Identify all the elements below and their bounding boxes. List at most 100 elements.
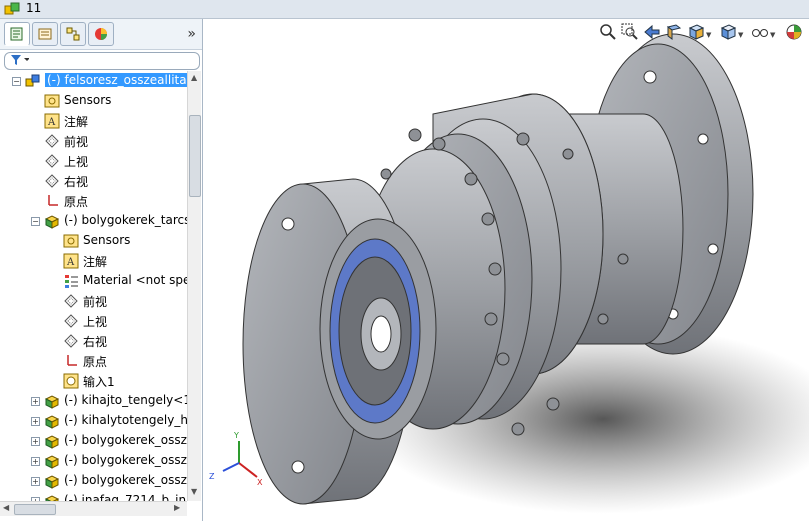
tree-item-label: 右视 bbox=[64, 175, 89, 189]
zoom-to-area-icon[interactable] bbox=[621, 23, 639, 41]
part-icon bbox=[44, 395, 60, 409]
expand-icon[interactable]: + bbox=[31, 477, 40, 486]
tree-item-label: (-) bolygokerek_osszeallitas bbox=[64, 473, 188, 487]
scroll-down-icon[interactable]: ▼ bbox=[191, 487, 197, 496]
view-orientation-icon[interactable] bbox=[687, 23, 705, 41]
expand-panel-icon[interactable]: » bbox=[187, 26, 196, 42]
collapse-icon[interactable]: − bbox=[12, 77, 21, 86]
featuremanager-icon bbox=[10, 27, 23, 41]
configurationmanager-tab[interactable] bbox=[60, 22, 86, 46]
propertymanager-tab[interactable] bbox=[32, 22, 58, 46]
chevron-down-icon[interactable]: ▼ bbox=[706, 31, 711, 39]
tree-item[interactable]: 输入1 bbox=[0, 371, 186, 391]
tree-vertical-scrollbar[interactable]: ▲ ▼ bbox=[187, 71, 201, 501]
featuremanager-tab[interactable] bbox=[4, 22, 30, 46]
tree-item[interactable]: 上视 bbox=[0, 151, 186, 171]
tree-item-label: 原点 bbox=[83, 355, 108, 369]
tree-item[interactable]: − (-) felsoresz_osszeallitas bbox=[0, 71, 188, 91]
plane-icon bbox=[64, 334, 78, 348]
tree-item-label: (-) kihalytotengely_hatso bbox=[64, 413, 188, 427]
tree-item[interactable]: 右视 bbox=[0, 331, 186, 351]
tree-item[interactable]: Sensors bbox=[0, 91, 186, 111]
tree-item[interactable]: + (-) bolygokerek_osszeallitas bbox=[0, 471, 188, 491]
window-title: 11 bbox=[26, 1, 42, 15]
part-icon bbox=[44, 215, 60, 229]
tree-item[interactable]: 右视 bbox=[0, 171, 186, 191]
tree-item[interactable]: Material <not specified> bbox=[0, 271, 188, 291]
tree-item-label: (-) bolygokerek_osszeallitas bbox=[64, 453, 188, 467]
graphics-viewport[interactable]: Y X Z ▼ ▼ ▼ bbox=[203, 19, 809, 521]
origin-icon bbox=[48, 195, 58, 206]
tree-item[interactable]: A 注解 bbox=[0, 111, 186, 131]
tree-item[interactable]: 原点 bbox=[0, 191, 186, 211]
tree-filter[interactable] bbox=[4, 52, 200, 70]
assembly-icon bbox=[25, 74, 40, 87]
sensors-icon bbox=[44, 94, 60, 108]
plane-icon bbox=[45, 174, 59, 188]
tree-item[interactable]: A 注解 bbox=[0, 251, 186, 271]
tree-item[interactable]: +(-) inafag_7214_b_in bbox=[0, 491, 186, 501]
zoom-to-fit-icon[interactable] bbox=[599, 23, 617, 41]
tree-item-label: 注解 bbox=[64, 115, 89, 129]
plane-icon bbox=[45, 134, 59, 148]
part-icon bbox=[44, 455, 60, 469]
tree-item[interactable]: 前视 bbox=[0, 291, 186, 311]
tree-item[interactable]: Sensors bbox=[0, 231, 186, 251]
tree-item[interactable]: 前视 bbox=[0, 131, 186, 151]
tree-item[interactable]: + (-) kihajto_tengely<1> bbox=[0, 391, 188, 411]
tree-item-label: Sensors bbox=[83, 233, 131, 247]
sensors-icon bbox=[63, 234, 79, 248]
part-icon bbox=[44, 435, 60, 449]
tree-item-label: 原点 bbox=[64, 195, 89, 209]
title-bar: 11 bbox=[0, 0, 809, 19]
tree-item-label: 注解 bbox=[83, 255, 108, 269]
displaymanager-icon bbox=[95, 28, 107, 40]
tree-item[interactable]: 原点 bbox=[0, 351, 186, 371]
origin-icon bbox=[67, 355, 77, 366]
manager-tabs: » bbox=[0, 19, 202, 50]
scroll-up-icon[interactable]: ▲ bbox=[191, 73, 197, 82]
tree-item-label: 上视 bbox=[64, 155, 89, 169]
feature-manager-panel: » − (-) felsoresz_osszeallitas Sensors A 注解前… bbox=[0, 19, 203, 521]
tree-item-label: Sensors bbox=[64, 93, 112, 107]
chevron-down-icon[interactable]: ▼ bbox=[738, 31, 743, 39]
appearance-icon[interactable] bbox=[785, 23, 803, 41]
collapse-icon[interactable]: − bbox=[31, 217, 40, 226]
tree-item[interactable]: + (-) bolygokerek_osszeallitas bbox=[0, 431, 188, 451]
scrollbar-thumb[interactable] bbox=[189, 115, 201, 197]
svg-text:A: A bbox=[47, 117, 56, 128]
tree-item-label: 前视 bbox=[83, 295, 108, 309]
tree-item[interactable]: 上视 bbox=[0, 311, 186, 331]
display-style-icon[interactable] bbox=[719, 23, 737, 41]
assembly-doc-icon bbox=[4, 2, 20, 15]
hscrollbar-thumb[interactable] bbox=[14, 504, 56, 515]
chevron-down-icon[interactable]: ▼ bbox=[770, 31, 775, 39]
configurationmanager-icon bbox=[66, 27, 80, 41]
tree-item-label: 前视 bbox=[64, 135, 89, 149]
svg-text:A: A bbox=[66, 257, 75, 268]
hide-show-items-icon[interactable] bbox=[751, 23, 769, 41]
tree-item-label: 上视 bbox=[83, 315, 108, 329]
tree-horizontal-scrollbar[interactable]: ◀ ▶ bbox=[0, 501, 187, 516]
expand-icon[interactable]: + bbox=[31, 457, 40, 466]
section-view-icon[interactable] bbox=[665, 23, 683, 41]
filter-icon bbox=[11, 55, 29, 65]
expand-icon[interactable]: + bbox=[31, 437, 40, 446]
part-icon bbox=[44, 495, 60, 501]
tree-item-label: 右视 bbox=[83, 335, 108, 349]
tree-item-label: (-) bolygokerek_tarcsa bbox=[64, 213, 188, 227]
tree-item[interactable]: − (-) bolygokerek_tarcsa bbox=[0, 211, 188, 231]
triad-y-label: Y bbox=[233, 431, 239, 440]
heads-up-toolbar: ▼ ▼ ▼ bbox=[599, 23, 809, 45]
scroll-right-icon[interactable]: ▶ bbox=[174, 503, 180, 512]
tree-item[interactable]: + (-) kihalytotengely_hatso bbox=[0, 411, 188, 431]
tree-item-label: (-) bolygokerek_osszeallitas bbox=[64, 433, 188, 447]
displaymanager-tab[interactable] bbox=[88, 22, 114, 46]
tree-item[interactable]: + (-) bolygokerek_osszeallitas bbox=[0, 451, 188, 471]
scroll-left-icon[interactable]: ◀ bbox=[3, 503, 9, 512]
previous-view-icon[interactable] bbox=[643, 23, 661, 41]
model-3d-view[interactable]: Y X Z bbox=[203, 19, 809, 521]
expand-icon[interactable]: + bbox=[31, 397, 40, 406]
propertymanager-icon bbox=[38, 28, 52, 40]
expand-icon[interactable]: + bbox=[31, 417, 40, 426]
